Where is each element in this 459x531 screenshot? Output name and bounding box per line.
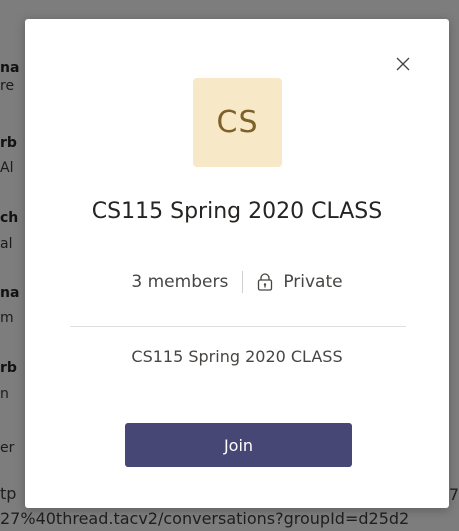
bg-fragment: er [0, 440, 15, 456]
divider-line [70, 326, 406, 327]
bg-fragment: Al [0, 160, 14, 176]
bg-fragment: ch [0, 210, 19, 226]
close-button[interactable] [391, 52, 415, 76]
member-count: 3 members [131, 272, 229, 292]
privacy-label: Private [283, 272, 343, 292]
bg-fragment: n [0, 386, 9, 402]
close-icon [396, 57, 410, 71]
bg-fragment: m [0, 310, 14, 326]
team-avatar-initials: CS [216, 105, 259, 140]
bg-url-line: 27%40thread.tacv2/conversations?groupId=… [0, 510, 410, 528]
team-meta: 3 members Private [25, 271, 449, 293]
join-team-dialog: CS CS115 Spring 2020 CLASS 3 members Pri… [25, 19, 449, 508]
join-button-label: Join [223, 435, 254, 455]
bg-fragment: re [0, 78, 15, 94]
bg-fragment: rb [0, 360, 17, 376]
team-description: CS115 Spring 2020 CLASS [131, 347, 343, 366]
join-button[interactable]: Join [125, 423, 352, 467]
lock-icon [257, 272, 273, 292]
bg-url-fragment-right: 7 [448, 485, 459, 504]
bg-fragment: na [0, 60, 20, 76]
team-avatar: CS [193, 78, 282, 167]
bg-url-fragment: tp [0, 484, 17, 503]
team-title: CS115 Spring 2020 CLASS [91, 199, 383, 224]
meta-divider [242, 271, 244, 293]
bg-fragment: na [0, 285, 20, 301]
bg-fragment: rb [0, 135, 17, 151]
bg-fragment: al [0, 236, 13, 252]
